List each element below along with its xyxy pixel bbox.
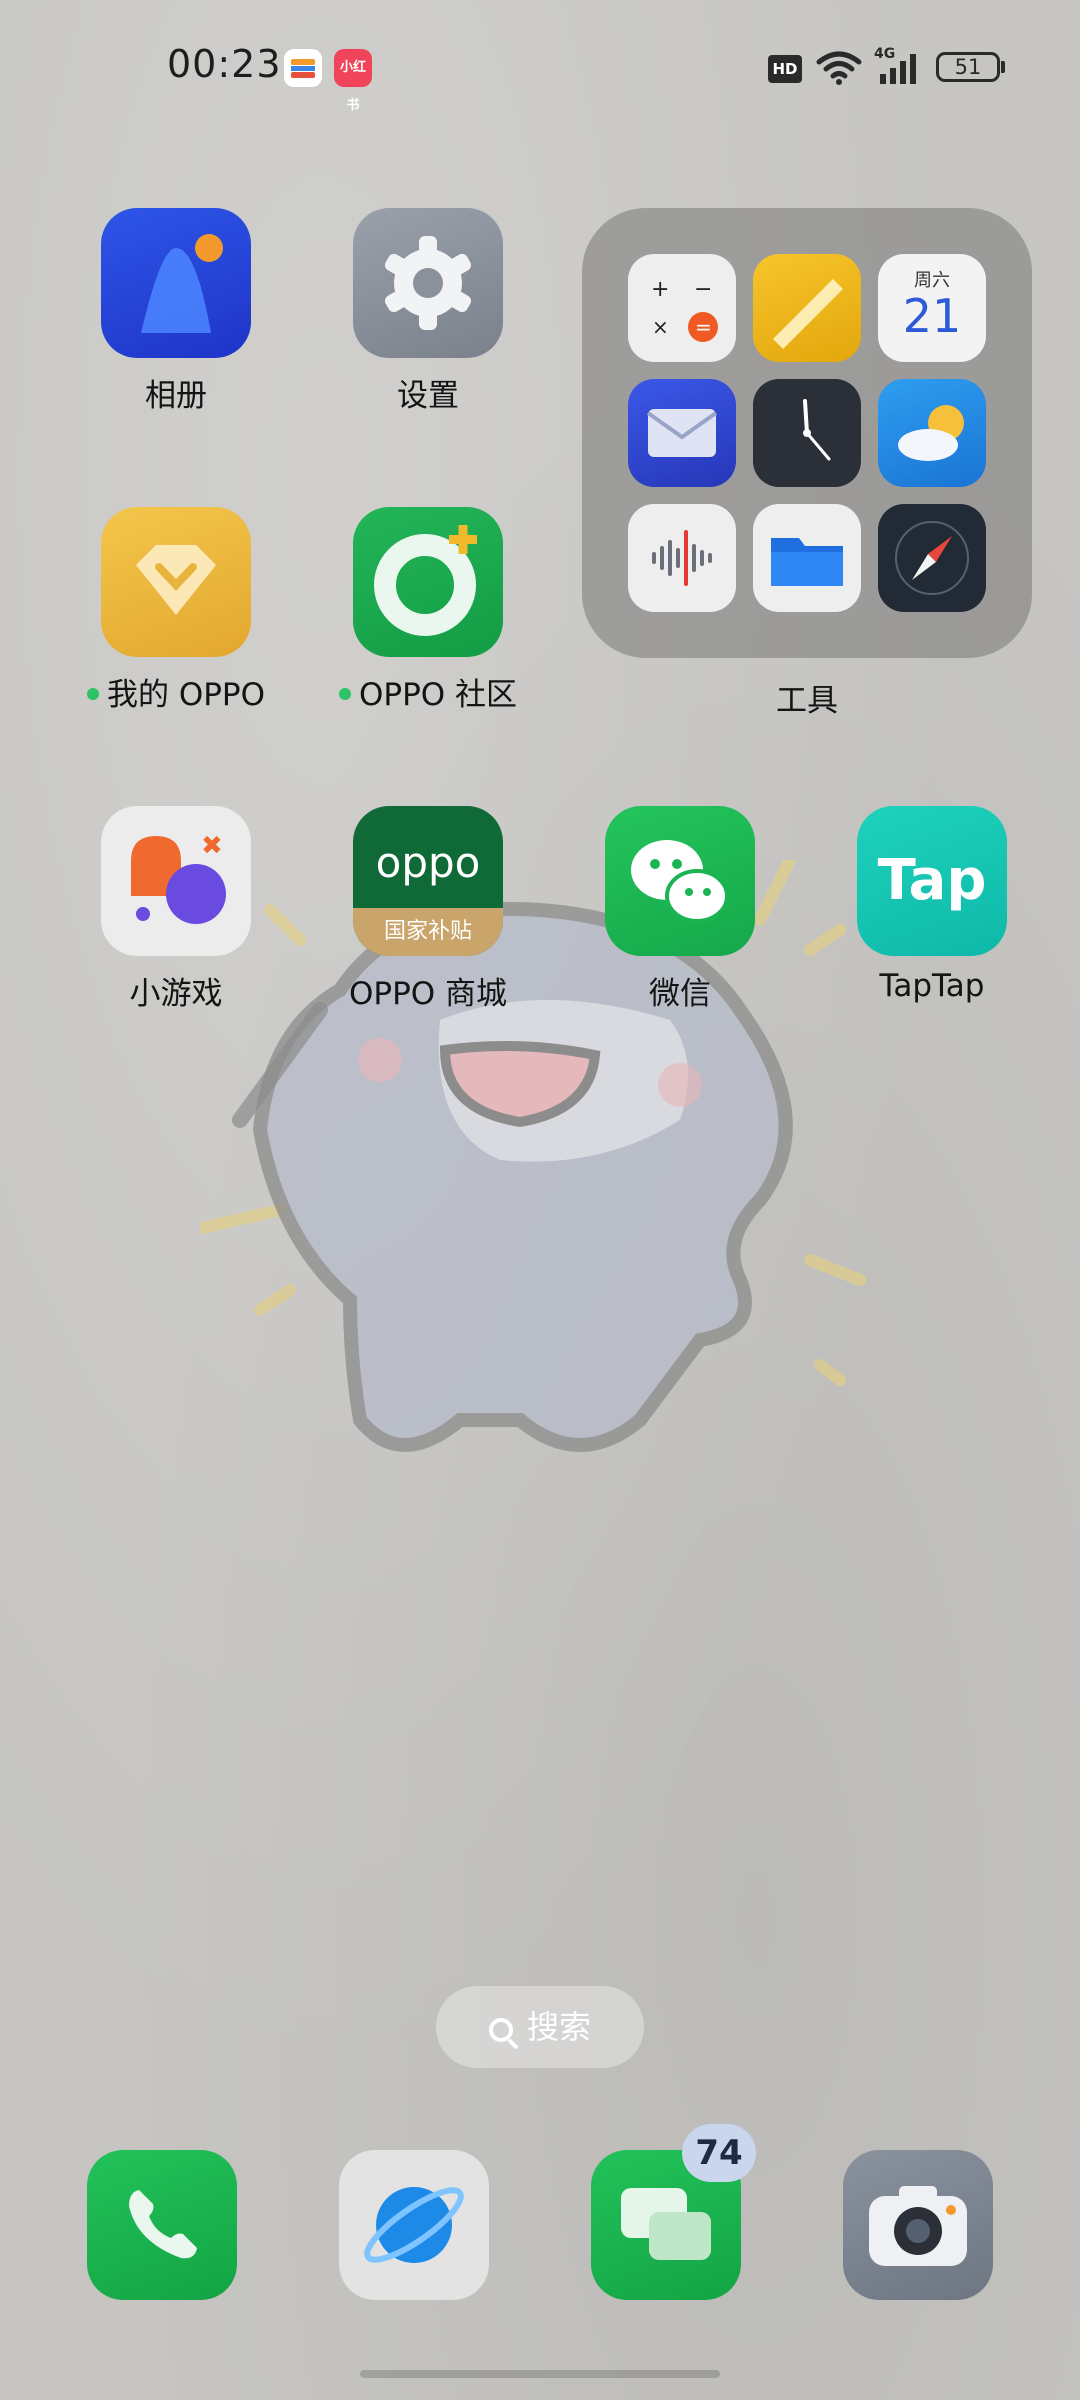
community-icon bbox=[353, 507, 503, 657]
app-mini-games[interactable]: ✖ 小游戏 bbox=[76, 806, 276, 1013]
taptap-icon: Tap bbox=[857, 806, 1007, 956]
app-label: 小游戏 bbox=[129, 976, 223, 1012]
xiaohongshu-icon: 小红书 bbox=[334, 49, 372, 113]
tools-folder[interactable]: + − × = 周六 21 bbox=[582, 208, 1032, 658]
search-button[interactable]: 搜索 bbox=[436, 1986, 644, 2068]
app-wechat[interactable]: 微信 bbox=[580, 806, 780, 1013]
game-icon: ✖ bbox=[101, 806, 251, 956]
app-settings[interactable]: 设置 bbox=[328, 208, 528, 415]
calendar-date: 21 bbox=[902, 289, 962, 343]
camera-icon[interactable] bbox=[843, 2150, 993, 2300]
search-icon bbox=[488, 2018, 513, 2042]
calendar-icon: 周六 21 bbox=[878, 254, 986, 362]
svg-text:+: + bbox=[651, 277, 669, 302]
svg-text:×: × bbox=[652, 315, 669, 339]
app-my-oppo[interactable]: 我的 OPPO bbox=[76, 507, 276, 714]
search-label: 搜索 bbox=[526, 2008, 591, 2046]
wechat-icon bbox=[605, 806, 755, 956]
app-oppo-store[interactable]: oppo 国家补贴 OPPO 商城 bbox=[328, 806, 528, 1013]
notes-icon bbox=[753, 254, 861, 362]
oppo-store-icon: oppo 国家补贴 bbox=[353, 806, 503, 956]
new-dot bbox=[86, 687, 99, 700]
signal-icon bbox=[880, 54, 916, 84]
new-dot bbox=[338, 687, 351, 700]
phone-icon[interactable] bbox=[87, 2150, 237, 2300]
svg-text:=: = bbox=[695, 315, 712, 339]
calculator-icon: + − × = bbox=[628, 254, 736, 362]
status-time: 00:23 bbox=[167, 42, 282, 86]
home-indicator[interactable] bbox=[360, 2370, 720, 2378]
app-label: OPPO 社区 bbox=[328, 669, 528, 714]
app-photos[interactable]: 相册 bbox=[76, 208, 276, 415]
svg-text:−: − bbox=[694, 277, 712, 302]
clock-icon bbox=[753, 379, 861, 487]
photos-icon bbox=[101, 208, 251, 358]
svg-text:✖: ✖ bbox=[201, 831, 223, 861]
files-icon bbox=[753, 504, 861, 612]
recorder-icon bbox=[628, 504, 736, 612]
app-label: 我的 OPPO bbox=[76, 669, 276, 714]
mail-icon bbox=[628, 379, 736, 487]
app-label: TapTap bbox=[879, 968, 985, 1004]
browser-icon[interactable] bbox=[339, 2150, 489, 2300]
compass-icon bbox=[878, 504, 986, 612]
app-label: 设置 bbox=[397, 378, 459, 414]
wallet-icon bbox=[284, 49, 322, 87]
app-label: 相册 bbox=[145, 378, 207, 414]
gear-icon bbox=[353, 208, 503, 358]
hd-icon: HD bbox=[768, 55, 802, 83]
app-label: 微信 bbox=[649, 976, 711, 1012]
diamond-icon bbox=[101, 507, 251, 657]
battery-icon: 51 bbox=[936, 52, 1000, 82]
messages-badge: 74 bbox=[682, 2124, 756, 2182]
wifi-icon bbox=[816, 51, 862, 85]
weather-icon bbox=[878, 379, 986, 487]
battery-tip bbox=[1001, 61, 1005, 73]
app-oppo-community[interactable]: OPPO 社区 bbox=[328, 507, 528, 714]
app-label: OPPO 商城 bbox=[348, 976, 508, 1012]
folder-label: 工具 bbox=[776, 683, 838, 719]
status-bar: 00:23 小红书 HD 4G 51 bbox=[0, 0, 1080, 135]
app-taptap[interactable]: Tap TapTap bbox=[832, 806, 1032, 1004]
